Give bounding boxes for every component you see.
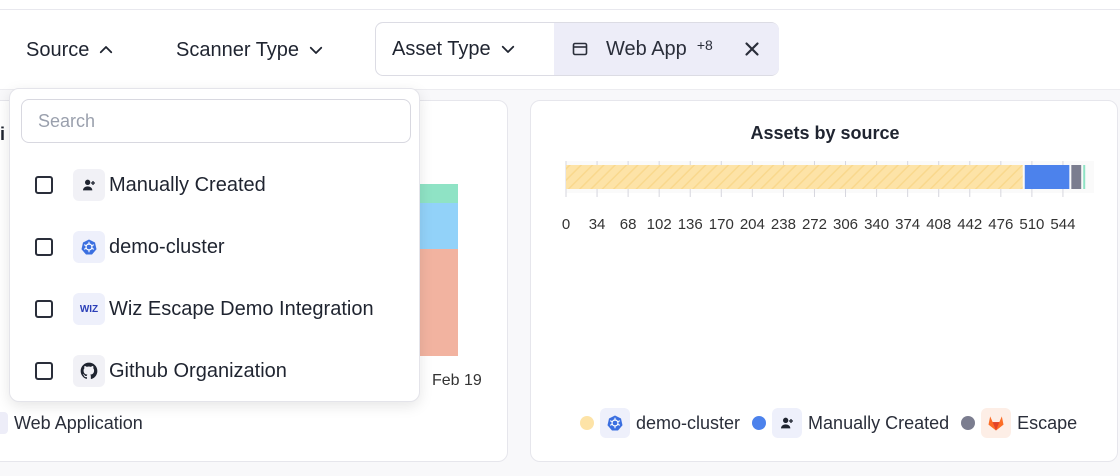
x-tick-label: 340 bbox=[864, 216, 889, 233]
legend-label-demo-cluster: demo-cluster bbox=[636, 412, 741, 433]
x-tick-label: 0 bbox=[562, 216, 570, 233]
x-tick-label: 34 bbox=[589, 216, 606, 233]
checkbox[interactable] bbox=[35, 238, 53, 256]
legend-label-manually-created: Manually Created bbox=[808, 412, 950, 433]
legend-dot-demo-cluster bbox=[580, 416, 594, 430]
x-tick-label: 272 bbox=[802, 216, 827, 233]
source-option-wiz-escape-demo-integration[interactable]: WIZ Wiz Escape Demo Integration bbox=[10, 282, 419, 336]
chevron-down-icon bbox=[309, 46, 323, 54]
legend-item-web-application: Web Application bbox=[0, 412, 143, 434]
asset-type-filter-label: Asset Type bbox=[392, 37, 491, 60]
kubernetes-icon bbox=[73, 231, 105, 263]
source-filter-label: Source bbox=[26, 38, 90, 61]
asset-type-filter-group: Asset Type Web App +8 bbox=[375, 22, 779, 76]
close-icon[interactable] bbox=[741, 38, 763, 60]
bar-segment-manually-created[interactable] bbox=[1024, 165, 1070, 189]
x-tick-label: 374 bbox=[895, 216, 920, 233]
chevron-up-icon bbox=[100, 46, 113, 54]
option-label: demo-cluster bbox=[109, 235, 225, 258]
option-label: Wiz Escape Demo Integration bbox=[109, 297, 374, 320]
assets-by-source-chart: 0 34 68 102 136 170 204 238 272 306 340 374 408 442 47… bbox=[562, 161, 1094, 233]
filter-bar: Source Scanner Type Asset Type Web App +… bbox=[0, 10, 1120, 90]
chip-label: Web App bbox=[606, 37, 687, 60]
scanner-type-filter-button[interactable]: Scanner Type bbox=[176, 36, 325, 64]
chevron-down-icon bbox=[501, 45, 514, 53]
x-tick-label: 68 bbox=[620, 216, 637, 233]
option-label: Github Organization bbox=[109, 359, 287, 382]
x-tick-label: 306 bbox=[833, 216, 858, 233]
search-input[interactable] bbox=[21, 99, 411, 143]
x-tick-label: 510 bbox=[1019, 216, 1044, 233]
source-dropdown: Manually Created demo-cluster WIZ Wiz Es… bbox=[9, 88, 420, 402]
x-tick-label: 102 bbox=[647, 216, 672, 233]
wiz-icon: WIZ bbox=[73, 293, 105, 325]
kubernetes-icon bbox=[600, 408, 630, 438]
x-tick-label: 204 bbox=[740, 216, 765, 233]
x-tick-label: 408 bbox=[926, 216, 951, 233]
browser-window-icon bbox=[572, 42, 588, 56]
github-icon bbox=[73, 355, 105, 387]
web-app-filter-chip[interactable]: Web App +8 bbox=[554, 23, 779, 75]
x-tick-label: 136 bbox=[678, 216, 703, 233]
user-icon bbox=[772, 408, 803, 438]
checkbox[interactable] bbox=[35, 362, 53, 380]
checkbox[interactable] bbox=[35, 300, 53, 318]
card-title-fragment: i bbox=[0, 124, 6, 144]
legend-label-escape: Escape bbox=[1017, 412, 1078, 433]
source-option-github-organization[interactable]: Github Organization bbox=[10, 344, 419, 398]
legend-dot-manually-created bbox=[752, 416, 767, 430]
x-axis-date-label: Feb 19 bbox=[432, 372, 482, 389]
source-option-manually-created[interactable]: Manually Created bbox=[10, 158, 419, 212]
user-icon bbox=[73, 169, 105, 201]
x-tick-label: 544 bbox=[1050, 216, 1075, 233]
asset-type-filter-button[interactable]: Asset Type bbox=[376, 35, 517, 63]
x-tick-label: 476 bbox=[988, 216, 1013, 233]
legend-swatch bbox=[0, 412, 8, 434]
source-filter-button[interactable]: Source bbox=[26, 36, 115, 64]
bar-segment-demo-cluster[interactable] bbox=[566, 165, 1023, 189]
x-tick-label: 238 bbox=[771, 216, 796, 233]
checkbox[interactable] bbox=[35, 176, 53, 194]
chip-extra-count: +8 bbox=[696, 37, 713, 53]
legend-dot-escape bbox=[961, 416, 976, 430]
x-tick-label: 170 bbox=[709, 216, 734, 233]
bar-segment-series-3[interactable] bbox=[1083, 165, 1086, 189]
top-strip bbox=[0, 0, 1120, 10]
chart-legend: demo-cluster Manually Created Escape bbox=[580, 408, 1089, 438]
scanner-type-filter-label: Scanner Type bbox=[176, 38, 300, 61]
legend-label: Web Application bbox=[14, 412, 143, 433]
option-label: Manually Created bbox=[109, 173, 266, 196]
x-tick-label: 442 bbox=[957, 216, 982, 233]
gitlab-icon bbox=[981, 408, 1012, 438]
bar-segment-escape[interactable] bbox=[1071, 165, 1082, 189]
source-option-demo-cluster[interactable]: demo-cluster bbox=[10, 220, 419, 274]
